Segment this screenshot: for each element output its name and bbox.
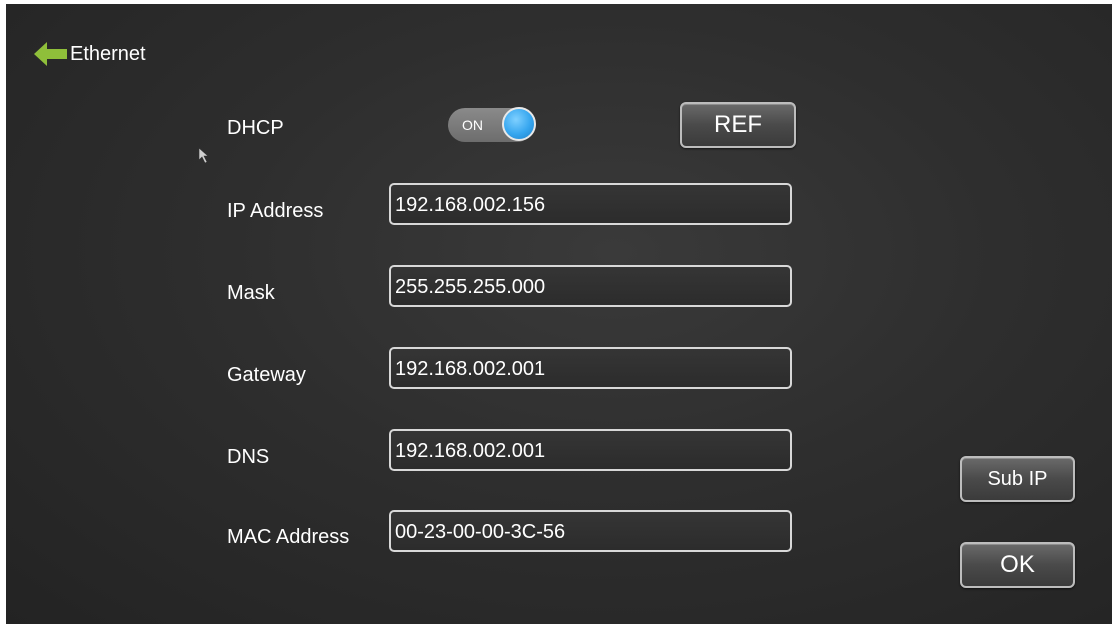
dhcp-toggle[interactable]: ON bbox=[448, 107, 536, 142]
ip-address-label: IP Address bbox=[227, 200, 324, 222]
ref-button[interactable]: REF bbox=[680, 102, 796, 148]
mouse-pointer-icon bbox=[198, 147, 209, 164]
back-arrow-icon[interactable] bbox=[34, 41, 68, 67]
gateway-label: Gateway bbox=[227, 364, 306, 386]
gateway-field[interactable]: 192.168.002.001 bbox=[389, 347, 792, 389]
dns-label: DNS bbox=[227, 446, 270, 468]
mask-label: Mask bbox=[227, 282, 275, 304]
sub-ip-button[interactable]: Sub IP bbox=[960, 456, 1075, 502]
mac-address-label: MAC Address bbox=[227, 526, 350, 548]
mac-address-field[interactable]: 00-23-00-00-3C-56 bbox=[389, 510, 792, 552]
mask-field[interactable]: 255.255.255.000 bbox=[389, 265, 792, 307]
dns-field[interactable]: 192.168.002.001 bbox=[389, 429, 792, 471]
dhcp-toggle-text: ON bbox=[462, 117, 483, 133]
ip-address-field[interactable]: 192.168.002.156 bbox=[389, 183, 792, 225]
ok-button[interactable]: OK bbox=[960, 542, 1075, 588]
toggle-knob bbox=[502, 107, 536, 141]
header: Ethernet bbox=[34, 38, 146, 70]
page-title: Ethernet bbox=[70, 42, 146, 65]
dhcp-label: DHCP bbox=[227, 117, 284, 139]
ethernet-settings-screen: Ethernet DHCP ON REF IP Address 192.168.… bbox=[6, 4, 1112, 624]
